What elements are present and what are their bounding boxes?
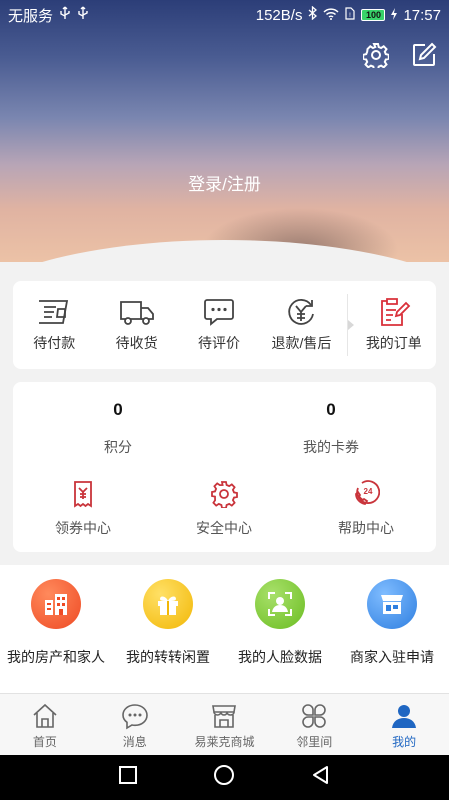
refund-icon — [288, 299, 315, 325]
service-label: 帮助中心 — [338, 520, 394, 536]
system-nav-bar — [0, 755, 449, 800]
feature-label: 我的房产和家人 — [7, 649, 105, 665]
wifi-icon — [323, 7, 339, 24]
svg-text:24: 24 — [364, 487, 373, 496]
home-icon — [33, 703, 57, 728]
service-label: 安全中心 — [196, 520, 252, 536]
coupons-label: 我的卡券 — [303, 439, 359, 455]
tab-label: 易莱克商城 — [194, 735, 255, 749]
order-pending-receipt[interactable]: 待收货 — [95, 297, 177, 353]
bottom-tab-bar: 首页 消息 易莱克商城 邻里间 我的 — [0, 693, 449, 755]
message-icon — [121, 704, 148, 730]
recents-icon[interactable] — [118, 765, 138, 790]
order-refund-aftersale[interactable]: 退款/售后 — [260, 297, 342, 353]
coupon-receipt-icon — [74, 481, 92, 508]
grid-clover-icon — [302, 704, 327, 728]
truck-icon — [119, 301, 154, 325]
tab-label: 我的 — [392, 735, 417, 749]
feature-property-family[interactable]: 我的房产和家人 — [0, 565, 112, 693]
order-item-label: 待收货 — [115, 335, 158, 351]
coupons-value: 0 — [326, 400, 336, 419]
clipboard-icon — [380, 298, 411, 326]
header-curve — [0, 240, 449, 262]
tab-messages[interactable]: 消息 — [90, 694, 180, 755]
bluetooth-icon — [308, 5, 318, 24]
feature-secondhand[interactable]: 我的转转闲置 — [112, 565, 224, 693]
points-stat[interactable]: 0 积分 — [18, 400, 218, 457]
tab-label: 邻里间 — [296, 735, 333, 749]
feature-label: 商家入驻申请 — [350, 649, 434, 665]
profile-header: 无服务 152B/s ! 100 17:57 登录/注册 — [0, 0, 449, 262]
tab-mall[interactable]: 易莱克商城 — [180, 694, 270, 755]
order-item-label: 待付款 — [33, 335, 76, 351]
feature-merchant-apply[interactable]: 商家入驻申请 — [336, 565, 448, 693]
24h-phone-icon: 24 — [355, 480, 380, 506]
edit-icon[interactable] — [411, 42, 437, 68]
home-button-icon[interactable] — [213, 764, 235, 791]
carrier-text: 无服务 — [8, 7, 54, 25]
security-center-button[interactable]: 安全中心 — [154, 480, 294, 538]
building-icon — [31, 579, 81, 629]
gear-icon — [211, 481, 238, 508]
shop-icon — [212, 705, 237, 728]
coupon-center-button[interactable]: 领券中心 — [13, 480, 153, 538]
coupons-stat[interactable]: 0 我的卡券 — [231, 400, 431, 457]
service-label: 领券中心 — [55, 520, 111, 536]
feature-label: 我的转转闲置 — [126, 649, 210, 665]
comment-icon — [204, 299, 234, 326]
tab-label: 消息 — [122, 735, 147, 749]
tab-neighbors[interactable]: 邻里间 — [269, 694, 359, 755]
feature-label: 我的人脸数据 — [238, 649, 322, 665]
order-item-label: 退款/售后 — [271, 335, 332, 351]
my-orders-label: 我的订单 — [365, 335, 422, 351]
back-icon[interactable] — [311, 765, 331, 790]
points-value: 0 — [113, 400, 123, 419]
store-icon — [367, 579, 417, 629]
features-row: 我的房产和家人 我的转转闲置 我的人脸数据 商家入驻申请 — [0, 565, 449, 693]
tab-label: 首页 — [32, 735, 57, 749]
gift-box-icon — [143, 579, 193, 629]
clock-time: 17:57 — [403, 6, 441, 24]
battery-icon: 100 — [361, 9, 386, 21]
face-id-icon — [255, 579, 305, 629]
usb-icon — [77, 6, 89, 24]
settings-icon[interactable] — [362, 42, 390, 71]
orders-divider — [346, 294, 354, 356]
status-bar: 无服务 152B/s ! 100 17:57 — [0, 0, 449, 30]
order-pending-review[interactable]: 待评价 — [178, 297, 260, 353]
net-speed: 152B/s — [255, 6, 303, 24]
sim-icon: ! — [345, 6, 356, 24]
order-item-label: 待评价 — [198, 335, 241, 351]
login-register-link[interactable]: 登录/注册 — [0, 170, 449, 195]
tab-mine[interactable]: 我的 — [359, 694, 449, 755]
points-card: 0 积分 0 我的卡券 领券中心 安全中心 24 帮助中心 — [13, 382, 436, 552]
wallet-icon — [39, 300, 69, 324]
orders-card: 待付款 待收货 待评价 退款/售后 我的订单 — [13, 281, 436, 369]
my-orders-button[interactable]: 我的订单 — [352, 297, 436, 353]
charging-icon — [391, 7, 398, 24]
points-label: 积分 — [104, 439, 132, 455]
user-icon — [392, 705, 417, 728]
tab-home[interactable]: 首页 — [0, 694, 90, 755]
order-pending-payment[interactable]: 待付款 — [13, 297, 95, 353]
usb-icon — [59, 6, 71, 24]
svg-text:!: ! — [350, 13, 352, 19]
help-center-button[interactable]: 24 帮助中心 — [296, 480, 436, 538]
feature-face-data[interactable]: 我的人脸数据 — [224, 565, 336, 693]
